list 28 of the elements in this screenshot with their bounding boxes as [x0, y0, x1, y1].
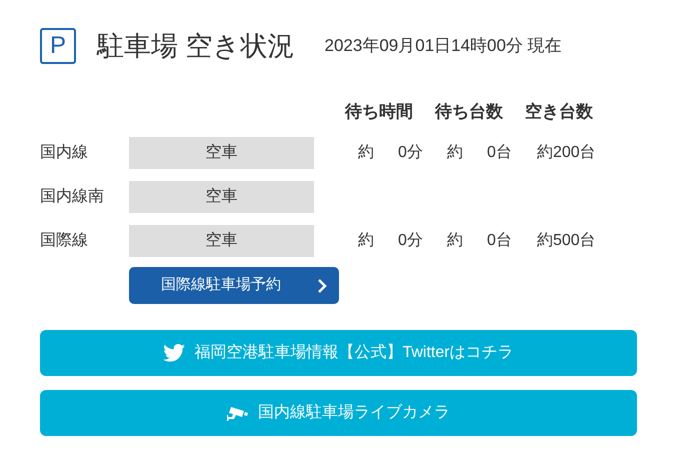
- status-cell: 空車: [129, 181, 314, 213]
- lot-name: 国内線南: [40, 186, 105, 207]
- lot-name: 国際線: [40, 231, 89, 251]
- link-button[interactable]: 国内線駐車場ライブカメラ: [40, 390, 637, 436]
- approx-label: 約: [358, 143, 375, 163]
- reserve-button[interactable]: 国際線駐車場予約: [129, 267, 339, 304]
- column-header: 待ち台数: [435, 101, 504, 124]
- value-text: 約500台: [537, 231, 596, 251]
- approx-label: 約: [447, 143, 464, 163]
- approx-label: 約: [447, 231, 464, 251]
- page-title: 駐車場 空き状況: [97, 30, 295, 63]
- value-text: 0台: [487, 143, 512, 163]
- value-text: 0分: [398, 143, 423, 163]
- approx-label: 約: [358, 231, 375, 251]
- value-text: 0分: [398, 231, 423, 251]
- bird-icon: [163, 344, 186, 362]
- lot-name: 国内線: [40, 142, 89, 163]
- status-cell: 空車: [129, 225, 314, 257]
- column-header: 待ち時間: [345, 101, 414, 124]
- chevron-icon: [317, 278, 327, 294]
- value-text: 約200台: [537, 143, 596, 163]
- column-header: 空き台数: [525, 101, 594, 124]
- link-button[interactable]: 福岡空港駐車場情報【公式】Twitterはコチラ: [40, 330, 637, 376]
- timestamp: 2023年09月01日14時00分 現在: [324, 35, 562, 58]
- status-cell: 空車: [129, 137, 314, 169]
- camera-icon: [227, 404, 249, 422]
- parking-icon: P: [40, 28, 76, 64]
- value-text: 0台: [487, 231, 512, 251]
